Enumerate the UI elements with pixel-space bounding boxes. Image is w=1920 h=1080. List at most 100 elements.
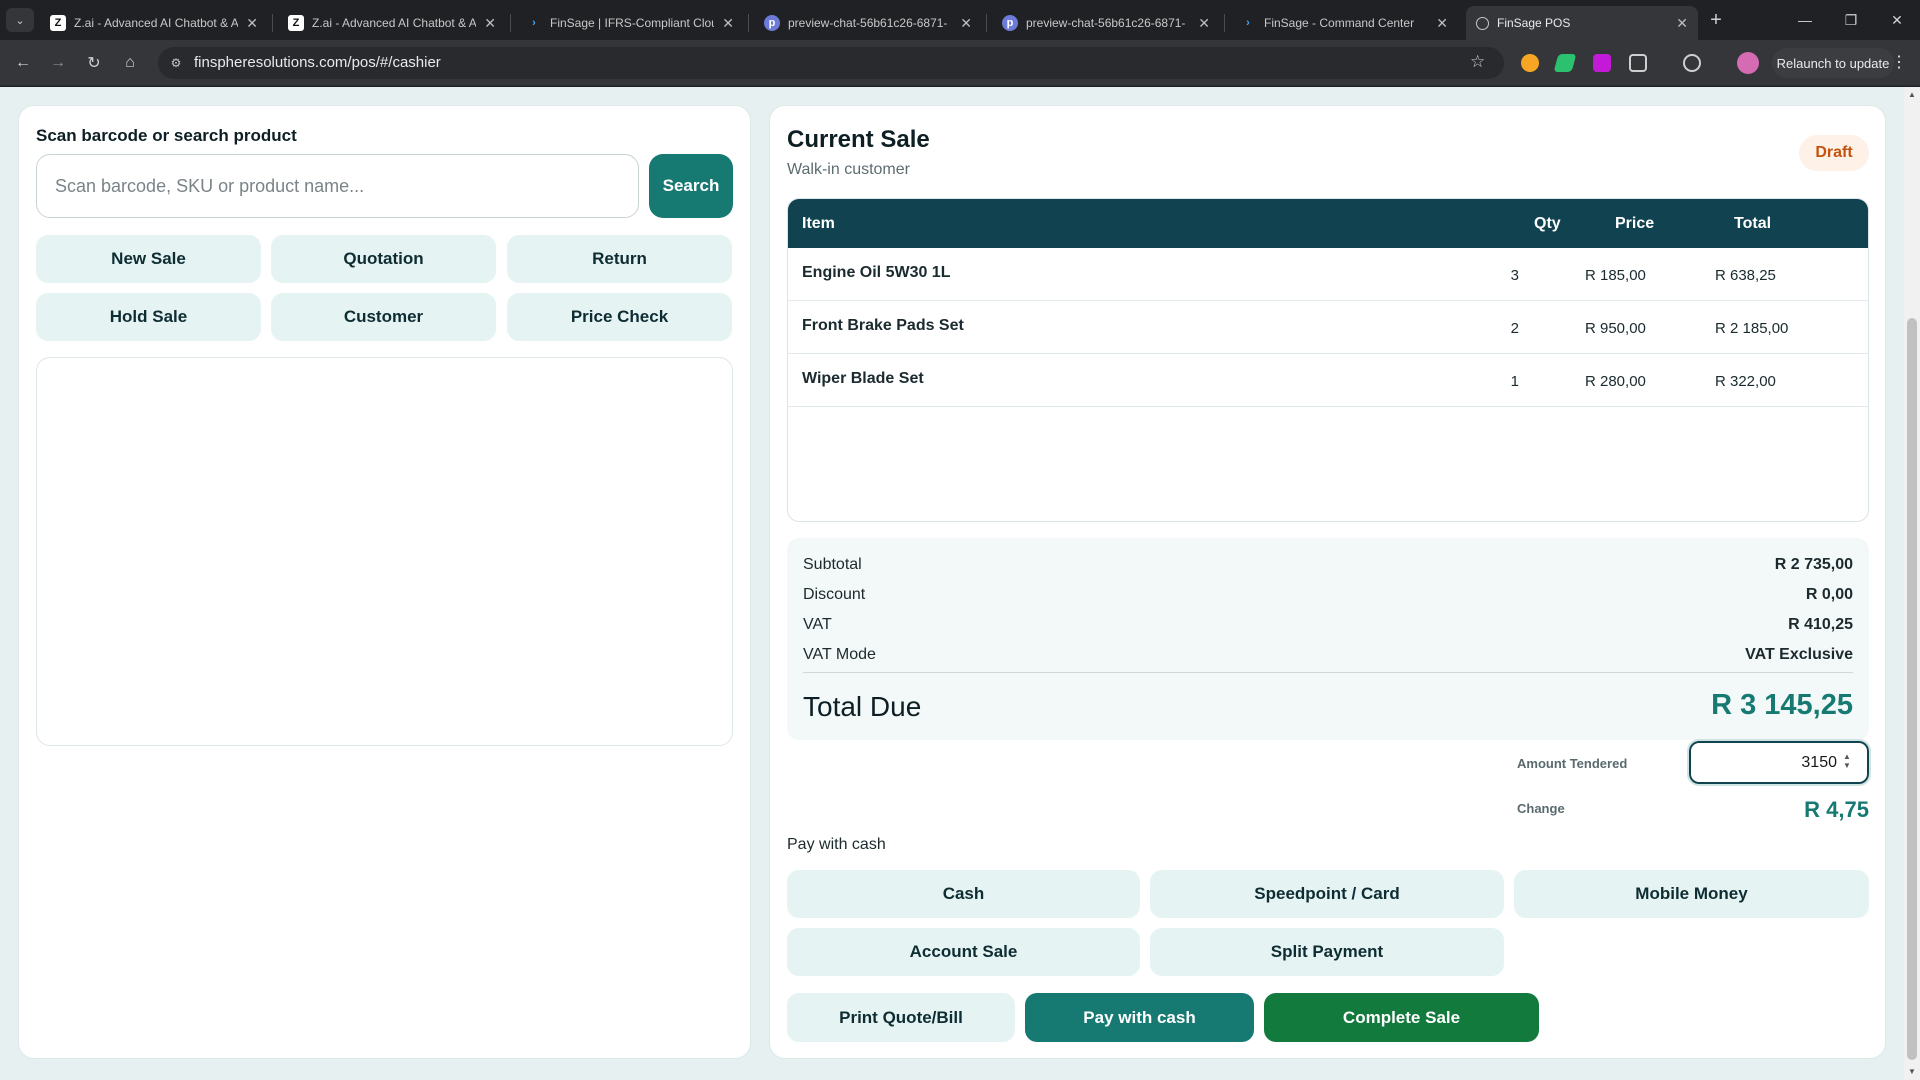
- totals-summary: Subtotal R 2 735,00 Discount R 0,00 VAT …: [787, 538, 1869, 740]
- item-qty: 2: [1510, 320, 1519, 337]
- vat-row: VAT R 410,25: [803, 616, 1853, 633]
- scroll-down-icon[interactable]: ▼: [1907, 1066, 1917, 1076]
- discount-row: Discount R 0,00: [803, 586, 1853, 603]
- column-header-qty: Qty: [1534, 215, 1561, 232]
- subtotal-row: Subtotal R 2 735,00: [803, 556, 1853, 573]
- close-icon[interactable]: ✕: [1676, 15, 1688, 32]
- browser-tab[interactable]: › FinSage - Command Center ✕: [1230, 6, 1458, 40]
- total-due-value: R 3 145,25: [1711, 689, 1853, 721]
- window-close-icon[interactable]: ✕: [1874, 8, 1920, 32]
- change-label: Change: [1517, 801, 1565, 816]
- cash-button[interactable]: Cash: [787, 870, 1140, 918]
- browser-tab[interactable]: › FinSage | IFRS-Compliant Clou ✕: [516, 6, 744, 40]
- vat-mode-row: VAT Mode VAT Exclusive: [803, 646, 1853, 663]
- finsage-icon: ›: [532, 17, 536, 29]
- close-icon[interactable]: ✕: [246, 15, 258, 32]
- table-row[interactable]: Front Brake Pads Set 2 R 950,00 R 2 185,…: [788, 301, 1868, 354]
- table-row[interactable]: Engine Oil 5W30 1L 3 R 185,00 R 638,25: [788, 248, 1868, 301]
- search-label: Scan barcode or search product: [36, 126, 297, 145]
- vat-mode-value: VAT Exclusive: [1745, 646, 1853, 663]
- site-info-icon[interactable]: ⚙: [168, 55, 184, 71]
- home-icon[interactable]: ⌂: [118, 51, 142, 75]
- item-total: R 638,25: [1715, 267, 1776, 284]
- status-badge: Draft: [1799, 135, 1869, 171]
- amount-tendered-input[interactable]: [1687, 739, 1871, 786]
- forward-icon[interactable]: →: [46, 51, 70, 75]
- return-button[interactable]: Return: [507, 235, 732, 283]
- browser-tab[interactable]: Z Z.ai - Advanced AI Chatbot & A ✕: [40, 6, 268, 40]
- extension-icon[interactable]: [1521, 54, 1539, 72]
- browser-tab-active[interactable]: FinSage POS ✕: [1466, 6, 1698, 40]
- z-logo-icon: Z: [50, 15, 66, 31]
- number-spinner-icon[interactable]: ▲ ▼: [1843, 752, 1851, 770]
- restore-icon[interactable]: ❐: [1828, 8, 1874, 32]
- card-button[interactable]: Speedpoint / Card: [1150, 870, 1504, 918]
- amount-tendered-label: Amount Tendered: [1517, 756, 1628, 771]
- bookmark-star-icon[interactable]: ☆: [1470, 52, 1485, 72]
- item-total: R 2 185,00: [1715, 320, 1789, 337]
- browser-tab[interactable]: p preview-chat-56b61c26-6871- ✕: [754, 6, 982, 40]
- print-quote-button[interactable]: Print Quote/Bill: [787, 993, 1015, 1042]
- pay-with-cash-button[interactable]: Pay with cash: [1025, 993, 1254, 1042]
- vat-value: R 410,25: [1788, 616, 1853, 633]
- sale-items-table: Item Qty Price Total Engine Oil 5W30 1L …: [787, 198, 1869, 522]
- scroll-up-icon[interactable]: ▲: [1907, 89, 1917, 99]
- reload-icon[interactable]: ↻: [82, 51, 106, 75]
- close-icon[interactable]: ✕: [484, 15, 496, 32]
- new-tab-icon[interactable]: +: [1704, 8, 1728, 32]
- item-price: R 280,00: [1585, 373, 1646, 390]
- complete-sale-button[interactable]: Complete Sale: [1264, 993, 1539, 1042]
- table-header: Item Qty Price Total: [788, 199, 1868, 248]
- scrollbar-thumb[interactable]: [1907, 318, 1917, 1060]
- discount-value: R 0,00: [1805, 586, 1853, 603]
- avatar[interactable]: [1737, 52, 1759, 74]
- item-name: Engine Oil 5W30 1L: [802, 264, 951, 281]
- preview-icon: p: [764, 15, 780, 31]
- back-icon[interactable]: ←: [11, 51, 35, 75]
- relaunch-button[interactable]: Relaunch to update: [1772, 48, 1894, 78]
- search-results-area: [36, 357, 733, 746]
- table-row[interactable]: Wiper Blade Set 1 R 280,00 R 322,00: [788, 354, 1868, 407]
- download-extension-icon[interactable]: [1593, 54, 1611, 72]
- globe-icon: [1476, 16, 1489, 30]
- account-sale-button[interactable]: Account Sale: [787, 928, 1140, 976]
- quotation-button[interactable]: Quotation: [271, 235, 496, 283]
- item-total: R 322,00: [1715, 373, 1776, 390]
- hold-sale-button[interactable]: Hold Sale: [36, 293, 261, 341]
- search-button[interactable]: Search: [649, 154, 733, 218]
- column-header-item: Item: [802, 215, 835, 232]
- column-header-price: Price: [1615, 215, 1655, 232]
- minimize-icon[interactable]: —: [1782, 8, 1828, 32]
- browser-tab[interactable]: Z Z.ai - Advanced AI Chatbot & A ✕: [278, 6, 506, 40]
- item-qty: 1: [1510, 373, 1519, 390]
- item-name: Front Brake Pads Set: [802, 317, 964, 334]
- close-icon[interactable]: ✕: [1436, 15, 1448, 32]
- item-price: R 950,00: [1585, 320, 1646, 337]
- search-input[interactable]: [36, 154, 639, 218]
- close-icon[interactable]: ✕: [722, 15, 734, 32]
- split-payment-button[interactable]: Split Payment: [1150, 928, 1504, 976]
- price-check-button[interactable]: Price Check: [507, 293, 732, 341]
- url-text[interactable]: finspheresolutions.com/pos/#/cashier: [194, 54, 441, 71]
- customer-label: Walk-in customer: [787, 161, 910, 178]
- close-icon[interactable]: ✕: [960, 15, 972, 32]
- page-title: Current Sale: [787, 126, 930, 153]
- tab-search-icon[interactable]: ⌄: [6, 8, 34, 32]
- browser-tab[interactable]: p preview-chat-56b61c26-6871- ✕: [992, 6, 1220, 40]
- more-menu-icon[interactable]: ⋮: [1891, 52, 1907, 72]
- extensions-puzzle-icon[interactable]: [1629, 54, 1647, 72]
- z-logo-icon: Z: [288, 15, 304, 31]
- payment-method-label: Pay with cash: [787, 836, 886, 853]
- item-qty: 3: [1510, 267, 1519, 284]
- close-icon[interactable]: ✕: [1198, 15, 1210, 32]
- history-icon[interactable]: [1683, 54, 1701, 72]
- item-name: Wiper Blade Set: [802, 370, 924, 387]
- total-due-label: Total Due: [803, 691, 922, 722]
- subtotal-value: R 2 735,00: [1774, 556, 1853, 573]
- new-sale-button[interactable]: New Sale: [36, 235, 261, 283]
- customer-button[interactable]: Customer: [271, 293, 496, 341]
- mobile-money-button[interactable]: Mobile Money: [1514, 870, 1869, 918]
- divider: [803, 672, 1853, 673]
- finsage-icon: ›: [1246, 17, 1250, 29]
- column-header-total: Total: [1734, 215, 1772, 232]
